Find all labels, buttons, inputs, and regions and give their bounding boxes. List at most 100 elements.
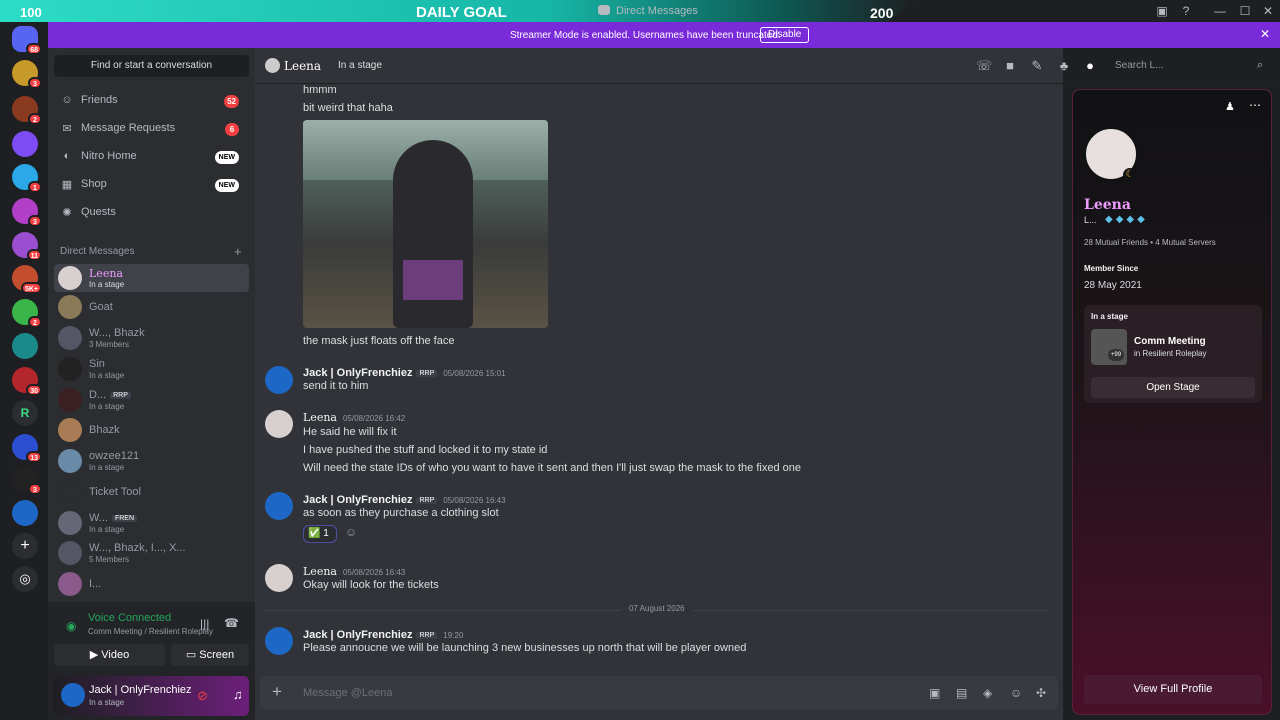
sticker-icon[interactable]: ◈ [983,686,992,700]
message-image[interactable] [303,120,548,328]
server-icon[interactable]: 3 [12,198,42,227]
close-icon[interactable]: ✕ [1260,27,1270,41]
apps-icon[interactable]: ✣ [1036,686,1046,700]
nav-message-requests[interactable]: ✉ Message Requests 6 [54,116,249,142]
message-input[interactable]: Message @Leena [303,687,392,699]
gift-icon[interactable]: ▣ [929,686,940,700]
screen-share-button[interactable]: ▭ Screen [171,644,249,666]
disable-streamer-mode-button[interactable]: Disable [760,27,810,43]
find-conversation-button[interactable]: Find or start a conversation [54,55,249,77]
server-icon[interactable]: 5K+ [12,265,42,294]
help-icon[interactable]: ? [1178,3,1194,19]
server-icon[interactable]: 30 [12,367,42,396]
dm-item[interactable]: W..., Bhazk, I..., X... 5 Members [54,539,249,567]
user-panel: Jack | OnlyFrenchiez In a stage ⊘ ♫ ⚙ [53,676,284,716]
message-text: send it to him [303,380,369,392]
banner-text: Streamer Mode is enabled. Usernames have… [510,30,781,41]
nitro-icon: ◐ [63,150,71,162]
message-author[interactable]: Leena [303,565,337,578]
mute-icon[interactable]: ⊘ [197,688,208,704]
pin-icon[interactable]: ✎ [1029,58,1045,74]
dm-item[interactable]: Bhazk [54,416,249,444]
view-full-profile-button[interactable]: View Full Profile [1084,675,1262,704]
profile-username: L... [1084,215,1097,225]
dm-item[interactable]: Ticket Tool [54,478,249,506]
window-close-button[interactable]: ✕ [1260,3,1276,19]
dm-item[interactable]: Sin In a stage [54,355,249,383]
server-icon[interactable]: 1 [12,164,42,193]
noise-suppression-icon[interactable]: ||| [200,617,209,631]
message-author[interactable]: Leena [303,411,337,424]
timestamp: 19:20 [443,631,464,640]
requests-count-badge: 6 [225,123,239,136]
mutual-info[interactable]: 28 Mutual Friends • 4 Mutual Servers [1084,238,1216,247]
add-server-icon[interactable]: + [12,533,38,559]
dm-item[interactable]: owzee121 In a stage [54,447,249,475]
nav-nitro-home[interactable]: ◐ Nitro Home NEW [54,144,249,170]
avatar[interactable] [265,366,293,394]
message-text: as soon as they purchase a clothing slot [303,507,499,519]
voice-status[interactable]: Voice Connected [88,612,171,624]
dm-item[interactable]: Goat [54,293,249,321]
message-author[interactable]: Jack | OnlyFrenchiez [303,629,412,641]
user-name[interactable]: Jack | OnlyFrenchiez [89,684,192,696]
avatar [58,295,82,319]
video-button[interactable]: ▶ Video [54,644,165,666]
server-icon[interactable]: 11 [12,232,42,261]
user-profile-icon[interactable]: ● [1082,58,1098,73]
avatar[interactable] [61,683,85,707]
server-icon[interactable]: 3 [12,466,42,495]
disconnect-icon[interactable]: ☎ [224,616,239,630]
server-icon[interactable] [12,333,38,359]
maximize-button[interactable]: ☐ [1237,3,1253,19]
server-icon[interactable] [12,131,38,157]
message-author[interactable]: Jack | OnlyFrenchiez [303,367,412,379]
inbox-icon[interactable]: ▣ [1154,3,1170,19]
server-icon[interactable]: 2 [12,299,42,328]
server-icon[interactable]: 3 [12,60,42,89]
voice-channel[interactable]: Comm Meeting / Resilient Roleplay [88,627,213,636]
open-stage-button[interactable]: Open Stage [1091,377,1255,398]
add-friend-icon[interactable]: ♟ [1225,100,1235,113]
avatar[interactable] [265,564,293,592]
dm-item[interactable]: W... FREN In a stage [54,509,249,537]
profile-badges-icon[interactable]: ◆◆◆◆ [1105,214,1148,225]
server-icon[interactable]: 2 [12,96,42,125]
emoji-icon[interactable]: ☺ [1010,686,1022,700]
server-tag: RRP [416,370,438,377]
add-reaction-icon[interactable]: ☺ [345,525,357,539]
call-icon[interactable]: ☏ [976,58,992,74]
nav-friends[interactable]: ☺ Friends 52 [54,88,249,114]
create-dm-icon[interactable]: + [234,244,242,259]
message-author[interactable]: Jack | OnlyFrenchiez [303,494,412,506]
dm-item[interactable]: D... RRP In a stage [54,386,249,414]
search-input[interactable]: Search L... [1110,55,1273,77]
profile-name: Leena [1084,197,1131,213]
add-friends-icon[interactable]: ♣ [1056,58,1072,73]
user-profile-panel: ♟ ⋯ ☾ Leena L... ◆◆◆◆ 28 Mutual Friends … [1072,89,1272,715]
server-icon[interactable]: R [12,400,38,426]
goal-start-value: 100 [20,5,42,20]
avatar[interactable] [265,627,293,655]
discover-icon[interactable]: ◎ [12,566,38,592]
more-options-icon[interactable]: ⋯ [1249,98,1261,112]
attach-plus-icon[interactable]: + [272,682,282,702]
gif-icon[interactable]: ▤ [956,686,967,700]
dm-item[interactable]: I... [54,570,249,598]
reaction-checkmark[interactable]: ✅ 1 [303,525,337,543]
nav-shop[interactable]: ▦ Shop NEW [54,172,249,198]
server-icon[interactable] [12,500,38,526]
minimize-button[interactable]: — [1212,3,1228,19]
server-icon[interactable]: 13 [12,434,42,463]
avatar[interactable] [265,410,293,438]
dm-item[interactable]: W..., Bhazk 3 Members [54,324,249,352]
headphones-icon[interactable]: ♫ [233,687,243,702]
user-status: In a stage [89,698,125,707]
dm-item-leena[interactable]: Leena In a stage [54,264,249,292]
nav-quests[interactable]: ✺ Quests [54,200,249,226]
avatar [58,326,82,350]
home-button[interactable]: 68 [12,26,42,55]
video-call-icon[interactable]: ■ [1002,58,1018,73]
message-text: Please annoucne we will be launching 3 n… [303,642,747,654]
avatar[interactable] [265,492,293,520]
